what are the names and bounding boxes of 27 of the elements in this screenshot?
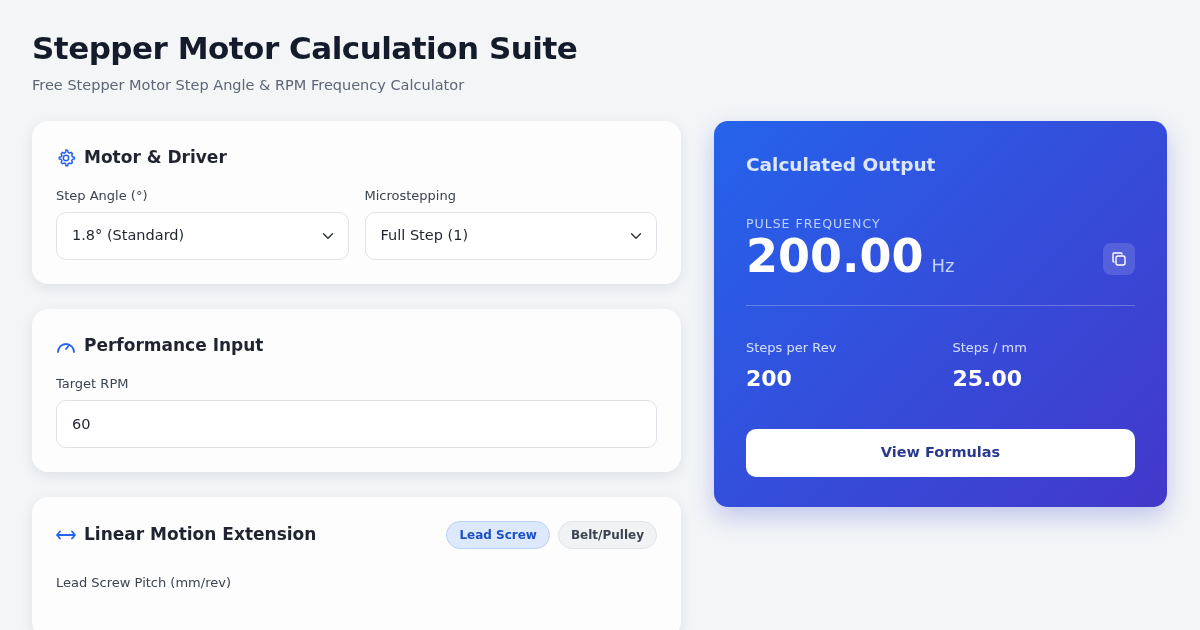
select-field[interactable]: 1.8° (Standard) [56,211,349,260]
page-title: Stepper Motor Calculation Suite [32,30,579,68]
card-title: Motor & Driver [84,145,227,169]
card-title: Linear Motion Extension [84,523,317,547]
gear-icon [56,147,76,168]
stat-value: 25.00 [952,364,1024,393]
field-label: Microstepping [364,187,457,206]
double-arrow-icon [56,529,76,540]
view-formulas-button[interactable]: View Formulas [746,428,1135,477]
mode-tab[interactable]: Belt/Pulley [557,520,657,549]
card-title: Calculated Output [746,152,937,177]
stat-value: 200 [746,364,793,393]
frequency-value: 200.00 [746,233,924,280]
field-label: Lead Screw Pitch (mm/rev) [56,573,232,592]
copy-button[interactable] [1103,243,1135,276]
copy-icon [1112,252,1126,267]
field-label: Step Angle (°) [56,187,149,206]
metric-label: PULSE FREQUENCY [746,214,882,233]
select-field[interactable]: Full Step (1) [364,211,657,260]
page-subtitle: Free Stepper Motor Step Angle & RPM Frequency Calculator [32,76,466,96]
stat-label: Steps per Rev [746,339,838,358]
stat-label: Steps / mm [952,339,1028,358]
mode-tab[interactable]: Lead Screw [446,520,550,549]
unit-label: Hz [931,254,955,279]
rpm-input[interactable]: 60 [56,399,657,448]
card-title: Performance Input [84,333,264,357]
field-label: Target RPM [56,375,130,394]
